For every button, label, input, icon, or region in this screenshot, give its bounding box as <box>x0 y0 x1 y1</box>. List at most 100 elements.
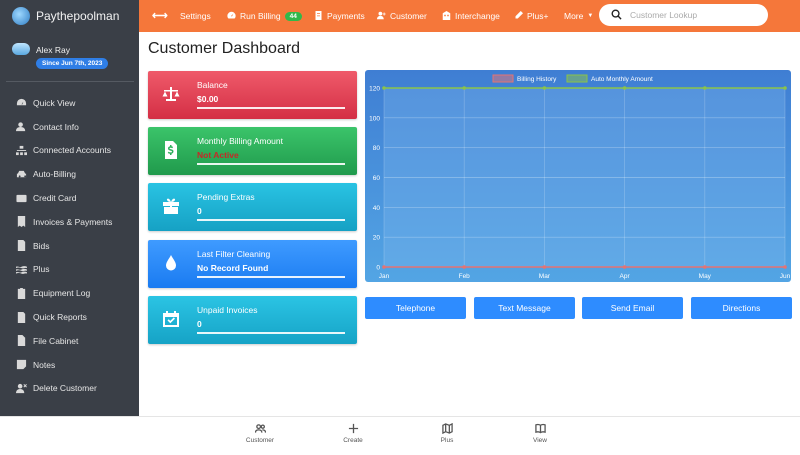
legend-swatch <box>492 74 514 83</box>
bottom-item-customer[interactable]: Customer <box>235 423 285 444</box>
text-message-button[interactable]: Text Message <box>474 297 575 319</box>
interchange-link[interactable]: Interchange <box>442 0 500 32</box>
credit-card-icon <box>16 193 27 204</box>
last-filter-cleaning-card[interactable]: Last Filter Cleaning No Record Found <box>148 240 357 288</box>
app-name: Paythepoolman <box>36 9 120 23</box>
bottom-item-create[interactable]: Create <box>328 423 378 444</box>
sidebar-item-plus[interactable]: Plus <box>0 258 139 282</box>
x-tick-label: Jun <box>780 273 791 280</box>
sidebar-item-label: Plus <box>33 264 50 275</box>
bottom-item-label: Plus <box>440 437 454 444</box>
run-billing-label: Run Billing <box>240 11 281 21</box>
report-icon <box>16 311 27 323</box>
customer-link[interactable]: Customer <box>377 0 427 32</box>
sidebar-item-label: Contact Info <box>33 121 79 132</box>
data-point <box>783 265 787 269</box>
data-point <box>622 86 627 90</box>
monthly-billing-card[interactable]: Monthly Billing Amount Not Active <box>148 127 357 175</box>
plus-label: Plus+ <box>527 11 549 21</box>
more-menu[interactable]: More ▼ <box>564 0 593 32</box>
sidebar-item-connected-accounts[interactable]: Connected Accounts <box>0 139 139 163</box>
gauge-icon <box>227 11 236 22</box>
user-name: Alex Ray <box>36 45 71 55</box>
settings-link[interactable]: Settings <box>180 0 211 32</box>
y-tick-label: 60 <box>373 175 381 182</box>
card-label: Balance <box>197 80 228 90</box>
data-point <box>703 265 707 269</box>
sidebar-item-notes[interactable]: Notes <box>0 353 139 377</box>
data-point <box>382 265 386 269</box>
telephone-button[interactable]: Telephone <box>365 297 466 319</box>
document-icon <box>16 240 27 252</box>
sidebar-item-label: Notes <box>33 359 56 370</box>
sidebar-item-invoices-payments[interactable]: Invoices & Payments <box>0 210 139 234</box>
payments-label: Payments <box>327 11 365 21</box>
balance-card[interactable]: Balance $0.00 <box>148 71 357 119</box>
run-billing-badge: 44 <box>284 11 302 21</box>
pending-extras-card[interactable]: Pending Extras 0 <box>148 183 357 231</box>
y-tick-label: 20 <box>373 235 381 242</box>
bottom-item-label: View <box>533 437 547 444</box>
card-value: Not Active <box>197 150 239 160</box>
dashboard-icon <box>16 97 27 108</box>
sidebar-item-auto-billing[interactable]: Auto-Billing <box>0 162 139 186</box>
sidebar-item-bids[interactable]: Bids <box>0 234 139 258</box>
sidebar-item-equipment-log[interactable]: Equipment Log <box>0 281 139 305</box>
sidebar-divider <box>6 81 134 82</box>
sidebar-item-label: Equipment Log <box>33 288 91 299</box>
data-point <box>542 265 547 269</box>
card-underline <box>197 107 345 109</box>
sidebar-nav: Quick View Contact Info Connected Accoun… <box>0 91 139 400</box>
sidebar-item-delete-customer[interactable]: Delete Customer <box>0 377 139 401</box>
x-tick-label: Feb <box>459 273 471 280</box>
bottom-nav: Customer Create Plus View <box>0 416 800 455</box>
note-icon <box>16 359 27 370</box>
card-underline <box>197 332 345 334</box>
calendar-check-icon <box>162 310 180 328</box>
run-billing-link[interactable]: Run Billing 44 <box>227 0 302 32</box>
sidebar-item-quick-reports[interactable]: Quick Reports <box>0 305 139 329</box>
customer-lookup <box>599 4 768 26</box>
chart-svg: 0 20 40 60 80 100 120 Jan Feb Mar Apr May Jun Billin… <box>369 74 791 280</box>
bottom-item-plus[interactable]: Plus <box>422 423 472 444</box>
gift-box-icon <box>162 197 180 215</box>
payments-link[interactable]: Payments <box>314 0 365 32</box>
data-point <box>703 86 707 90</box>
send-email-button[interactable]: Send Email <box>582 297 683 319</box>
x-tick-label: Mar <box>539 273 551 280</box>
directions-button[interactable]: Directions <box>691 297 792 319</box>
sidebar-item-contact-info[interactable]: Contact Info <box>0 115 139 139</box>
search-input[interactable] <box>630 10 750 20</box>
legend-swatch <box>566 74 588 83</box>
unpaid-invoices-card[interactable]: Unpaid Invoices 0 <box>148 296 357 344</box>
card-label: Pending Extras <box>197 192 255 202</box>
brand[interactable]: Paythepoolman <box>0 0 139 32</box>
card-underline <box>197 219 345 221</box>
y-tick-label: 100 <box>369 115 380 122</box>
card-value: No Record Found <box>197 263 269 273</box>
user-panel: Alex Ray Since Jun 7th, 2023 <box>0 32 139 82</box>
card-value: 0 <box>197 319 202 329</box>
droplet-icon <box>162 254 180 272</box>
contact-icon <box>16 121 27 132</box>
data-point <box>783 86 787 90</box>
sidebar-item-file-cabinet[interactable]: File Cabinet <box>0 329 139 353</box>
page-title: Customer Dashboard <box>148 40 301 57</box>
sidebar-item-label: Connected Accounts <box>33 145 111 156</box>
card-underline <box>197 276 345 278</box>
card-value: 0 <box>197 206 202 216</box>
sidebar-item-quick-view[interactable]: Quick View <box>0 91 139 115</box>
sidebar-item-credit-card[interactable]: Credit Card <box>0 186 139 210</box>
card-label: Monthly Billing Amount <box>197 136 283 146</box>
sitemap-icon <box>16 145 27 156</box>
card-underline <box>197 163 345 165</box>
since-badge: Since Jun 7th, 2023 <box>36 58 109 69</box>
caret-down-icon: ▼ <box>587 13 594 19</box>
plus-link[interactable]: Plus+ <box>514 0 549 32</box>
card-label: Last Filter Cleaning <box>197 249 271 259</box>
invoice-icon <box>314 10 323 22</box>
dollar-file-icon <box>162 141 180 159</box>
bottom-item-view[interactable]: View <box>515 423 565 444</box>
avatar <box>12 43 30 55</box>
sidebar-toggle-icon[interactable]: ⟷ <box>152 9 168 22</box>
